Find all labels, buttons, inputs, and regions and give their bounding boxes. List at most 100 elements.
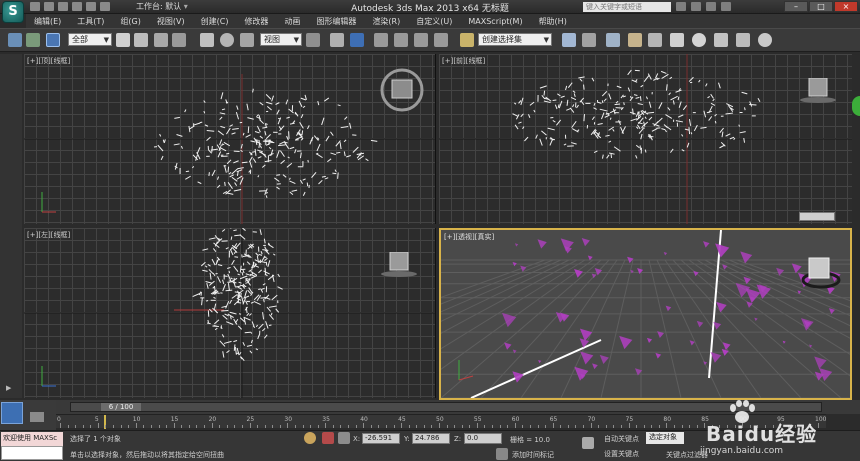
menu-views[interactable]: 视图(V): [149, 16, 193, 27]
minimize-button[interactable]: –: [784, 1, 808, 12]
select-manipulate-icon[interactable]: [330, 33, 344, 47]
viewport-top[interactable]: [+][顶][线框]: [24, 54, 436, 224]
key-mode-value: 选定对象: [649, 433, 677, 441]
rendered-frame-window-icon[interactable]: [736, 33, 750, 47]
menu-animation[interactable]: 动画: [276, 16, 308, 27]
particle-fragment: [253, 300, 261, 306]
particle-fragment: [231, 176, 238, 182]
particle-fragment: [609, 117, 612, 120]
z-coordinate-field[interactable]: 0.0: [464, 433, 502, 444]
menu-modifiers[interactable]: 修改器: [236, 16, 276, 27]
app-logo-icon[interactable]: S: [2, 1, 24, 23]
chevron-down-icon: ▼: [543, 36, 549, 44]
particle-fragment: [268, 305, 277, 308]
mirror-icon[interactable]: [562, 33, 576, 47]
unlink-icon[interactable]: [26, 33, 40, 47]
edit-named-selection-icon[interactable]: [460, 33, 474, 47]
viewport-left[interactable]: [+][左][线框]: [24, 228, 436, 398]
particle-fragment: [192, 293, 200, 298]
viewport-perspective-label[interactable]: [+][透视][真实]: [444, 232, 494, 242]
scale-icon[interactable]: [240, 33, 254, 47]
percent-snap-icon[interactable]: [414, 33, 428, 47]
schematic-view-icon[interactable]: [670, 33, 684, 47]
menu-maxscript[interactable]: MAXScript(M): [460, 17, 530, 26]
play-arrow-icon[interactable]: ▶: [6, 384, 11, 392]
select-object-icon[interactable]: [116, 33, 130, 47]
viewport-nav-control[interactable]: [799, 212, 835, 221]
viewport-front-label[interactable]: [+][前][线框]: [442, 56, 485, 66]
viewport-perspective[interactable]: [+][透视][真实]: [439, 228, 852, 400]
key-icon[interactable]: [582, 437, 594, 449]
viewcube-icon[interactable]: [380, 68, 424, 112]
material-editor-icon[interactable]: [692, 33, 706, 47]
particle-fragment: [216, 184, 221, 189]
viewport-top-label[interactable]: [+][顶][线框]: [27, 56, 70, 66]
bind-space-warp-icon[interactable]: [46, 33, 60, 47]
menu-graph-editors[interactable]: 图形编辑器: [308, 16, 364, 27]
absolute-mode-icon[interactable]: [338, 432, 350, 444]
x-coordinate-field[interactable]: -26.591: [362, 433, 400, 444]
key-mode-dropdown[interactable]: 选定对象: [646, 432, 684, 444]
named-selection-dropdown[interactable]: 创建选择集 ▼: [478, 33, 552, 46]
pivot-center-icon[interactable]: [306, 33, 320, 47]
rotate-icon[interactable]: [220, 33, 234, 47]
isolate-selection-icon[interactable]: [322, 432, 334, 444]
viewcube-icon[interactable]: [380, 252, 420, 292]
viewport-front[interactable]: [+][前][线框]: [439, 54, 852, 224]
command-panel-toggle-button[interactable]: [852, 96, 860, 116]
render-setup-icon[interactable]: [714, 33, 728, 47]
set-key-button[interactable]: 设置关键点: [604, 449, 639, 459]
time-slider-thumb[interactable]: 6 / 100: [101, 403, 141, 411]
curve-editor-icon[interactable]: [648, 33, 662, 47]
menu-rendering[interactable]: 渲染(R): [364, 16, 408, 27]
viewport-left-label[interactable]: [+][左][线框]: [27, 230, 70, 240]
track-bar-tick: [332, 425, 334, 428]
particle-fragment: [638, 112, 643, 117]
menu-tools[interactable]: 工具(T): [69, 16, 112, 27]
select-by-name-icon[interactable]: [134, 33, 148, 47]
menu-edit[interactable]: 编辑(E): [26, 16, 69, 27]
align-icon[interactable]: [582, 33, 596, 47]
menu-help[interactable]: 帮助(H): [531, 16, 575, 27]
render-production-icon[interactable]: [758, 33, 772, 47]
search-input[interactable]: 键入关键字或短语: [583, 2, 671, 12]
move-icon[interactable]: [200, 33, 214, 47]
time-tag-icon[interactable]: [496, 448, 508, 460]
particle-fragment: [184, 109, 187, 113]
track-bar-toggle-icon[interactable]: [30, 412, 44, 422]
star-icon[interactable]: [706, 2, 716, 11]
snap-toggle-icon[interactable]: [374, 33, 388, 47]
lock-selection-icon[interactable]: [304, 432, 316, 444]
viewcube-icon[interactable]: [801, 252, 841, 292]
menu-create[interactable]: 创建(C): [193, 16, 237, 27]
particle-fragment: [275, 308, 280, 313]
mini-curve-editor-icon[interactable]: [1, 402, 23, 424]
spinner-snap-icon[interactable]: [434, 33, 448, 47]
keyboard-shortcut-override-icon[interactable]: [350, 33, 364, 47]
maxscript-listener-mini[interactable]: 欢迎使用 MAXSc: [1, 432, 63, 446]
window-crossing-icon[interactable]: [172, 33, 186, 47]
y-coordinate-field[interactable]: 24.786: [412, 433, 450, 444]
viewcube-icon[interactable]: [799, 78, 839, 118]
particle-fragment: [633, 94, 638, 96]
selection-filter-dropdown[interactable]: 全部 ▼: [68, 33, 112, 46]
subscription-icon[interactable]: [691, 2, 701, 11]
particle-fragment: [693, 124, 698, 132]
particle-fragment: [608, 140, 612, 143]
rectangular-selection-icon[interactable]: [154, 33, 168, 47]
maximize-button[interactable]: □: [809, 1, 833, 12]
auto-key-button[interactable]: 自动关键点: [604, 434, 639, 444]
particle-fragment: [757, 97, 761, 103]
maxscript-input[interactable]: [1, 446, 63, 460]
help-icon[interactable]: [721, 2, 731, 11]
layer-manager-icon[interactable]: [606, 33, 620, 47]
close-button[interactable]: ×: [834, 1, 858, 12]
menu-customize[interactable]: 自定义(U): [408, 16, 460, 27]
add-time-tag[interactable]: 添加时间标记: [512, 450, 554, 460]
binoculars-icon[interactable]: [676, 2, 686, 11]
angle-snap-icon[interactable]: [394, 33, 408, 47]
link-icon[interactable]: [8, 33, 22, 47]
graphite-tools-icon[interactable]: [628, 33, 642, 47]
reference-coordinate-dropdown[interactable]: 视图 ▼: [260, 33, 302, 46]
menu-group[interactable]: 组(G): [112, 16, 148, 27]
